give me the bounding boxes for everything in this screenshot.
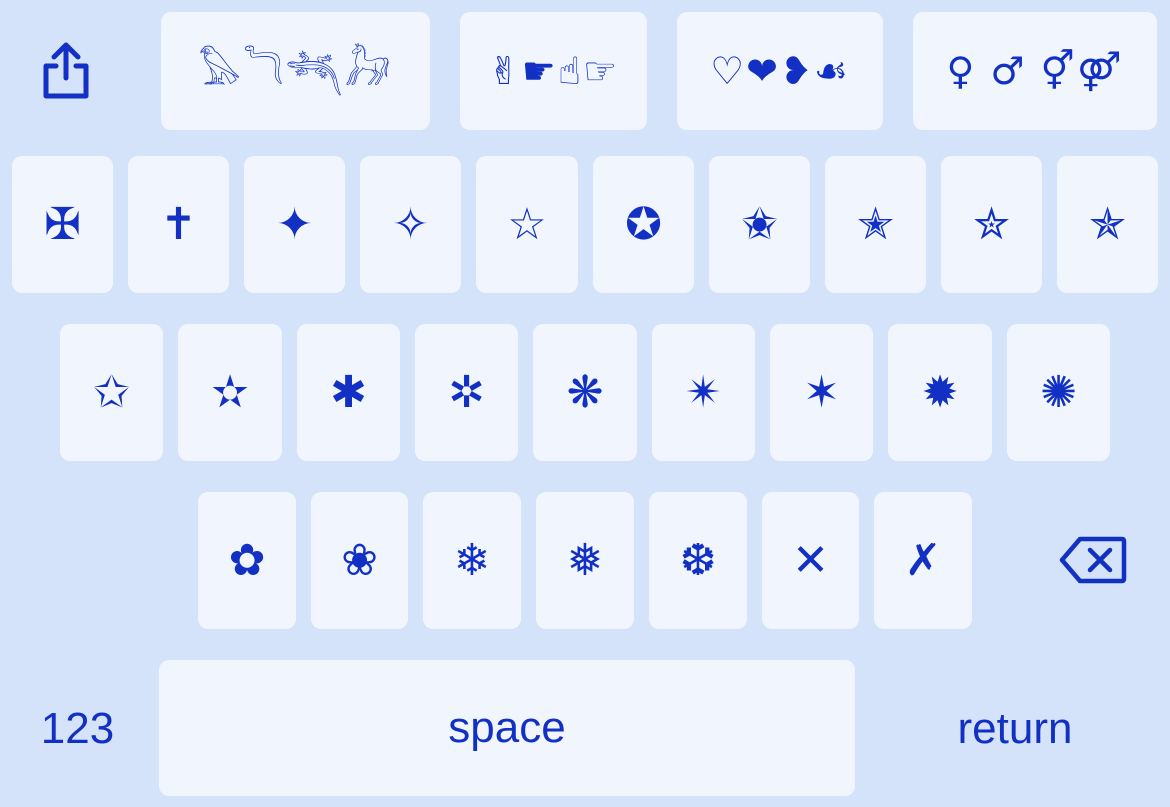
key-stress-star[interactable]: ✩	[60, 324, 163, 461]
key-snowflake[interactable]: ❄	[423, 492, 521, 629]
category-hieroglyphs-key[interactable]: 𓅃𓆓𓆈𓃗	[161, 12, 430, 130]
category-hands-key[interactable]: ✌☛☝☞	[460, 12, 647, 130]
four-point-star-outline-glyph: ✧	[392, 198, 429, 250]
space-key[interactable]: space	[159, 660, 855, 796]
hands-glyphs: ✌☛☝☞	[487, 49, 620, 93]
key-black-florette[interactable]: ✿	[198, 492, 296, 629]
tight-snowflake-glyph: ❅	[566, 534, 604, 586]
hieroglyphs-glyphs: 𓅃𓆓𓆈𓃗	[198, 49, 393, 93]
black-florette-glyph: ✿	[228, 534, 266, 586]
share-icon	[40, 40, 92, 100]
white-florette-glyph: ❀	[341, 534, 378, 586]
key-star-outline[interactable]: ☆	[476, 156, 578, 293]
key-heavy-chevron-snowflake[interactable]: ❆	[649, 492, 747, 629]
eight-point-star-glyph: ✴	[685, 366, 722, 418]
delete-backspace-icon	[1058, 535, 1128, 585]
ballot-x-glyph: ✗	[904, 534, 942, 586]
circled-star-glyph: ✪	[625, 198, 662, 250]
teardrop-asterisk-glyph: ❋	[566, 366, 604, 418]
numbers-key[interactable]: 123	[20, 670, 135, 788]
key-star-double[interactable]: ✮	[941, 156, 1042, 293]
return-key[interactable]: return	[925, 670, 1105, 788]
snowflake-glyph: ❄	[453, 534, 491, 586]
key-twelve-point-star[interactable]: ✹	[888, 324, 992, 461]
key-sixteen-point-asterisk[interactable]: ✺	[1007, 324, 1110, 461]
key-open-centre-asterisk[interactable]: ✲	[415, 324, 518, 461]
gender-glyphs: ♀ ♂ ⚥⚤	[946, 49, 1124, 93]
share-button[interactable]	[30, 30, 102, 110]
six-point-star-glyph: ✶	[803, 366, 840, 418]
key-ballot-x[interactable]: ✗	[874, 492, 972, 629]
star-outlined-shadow-glyph: ✯	[1089, 198, 1126, 250]
key-multiplication-x[interactable]: ✕	[762, 492, 859, 629]
multiplication-x-glyph: ✕	[792, 534, 829, 586]
shadowed-star-glyph: ✫	[211, 366, 249, 418]
twelve-point-star-glyph: ✹	[921, 366, 959, 418]
star-center-circle-glyph: ✬	[741, 198, 778, 250]
key-four-point-star-outline[interactable]: ✧	[360, 156, 461, 293]
key-four-point-star[interactable]: ✦	[244, 156, 345, 293]
key-star-center-circle[interactable]: ✬	[709, 156, 810, 293]
numbers-key-label: 123	[40, 704, 115, 753]
star-outline-dot-glyph: ✭	[857, 198, 894, 250]
heavy-asterisk-glyph: ✱	[330, 366, 367, 418]
key-latin-cross[interactable]: ✝	[128, 156, 229, 293]
key-star-outline-dot[interactable]: ✭	[825, 156, 926, 293]
key-six-point-star[interactable]: ✶	[770, 324, 873, 461]
key-maltese-cross[interactable]: ✠	[12, 156, 113, 293]
space-key-label: space	[448, 703, 566, 752]
key-shadowed-star[interactable]: ✫	[178, 324, 282, 461]
category-hearts-key[interactable]: ♡❤❥☙	[677, 12, 883, 130]
stress-star-glyph: ✩	[93, 366, 130, 418]
key-circled-star[interactable]: ✪	[593, 156, 694, 293]
sixteen-point-asterisk-glyph: ✺	[1040, 366, 1077, 418]
key-white-florette[interactable]: ❀	[311, 492, 408, 629]
key-tight-trifoliate-snowflake[interactable]: ❅	[536, 492, 634, 629]
maltese-cross-glyph: ✠	[44, 198, 81, 250]
return-key-label: return	[957, 704, 1073, 753]
category-gender-key[interactable]: ♀ ♂ ⚥⚤	[913, 12, 1157, 130]
four-point-star-glyph: ✦	[276, 198, 313, 250]
open-centre-asterisk-glyph: ✲	[448, 366, 485, 418]
star-outline-glyph: ☆	[507, 198, 547, 250]
key-star-outlined-shadow[interactable]: ✯	[1057, 156, 1158, 293]
key-eight-point-star[interactable]: ✴	[652, 324, 755, 461]
key-heavy-asterisk[interactable]: ✱	[297, 324, 400, 461]
hearts-glyphs: ♡❤❥☙	[710, 49, 850, 93]
latin-cross-glyph: ✝	[160, 198, 197, 250]
delete-button[interactable]	[1045, 520, 1141, 600]
key-teardrop-asterisk[interactable]: ❋	[533, 324, 637, 461]
star-double-glyph: ✮	[973, 198, 1010, 250]
heavy-snowflake-glyph: ❆	[679, 534, 717, 586]
